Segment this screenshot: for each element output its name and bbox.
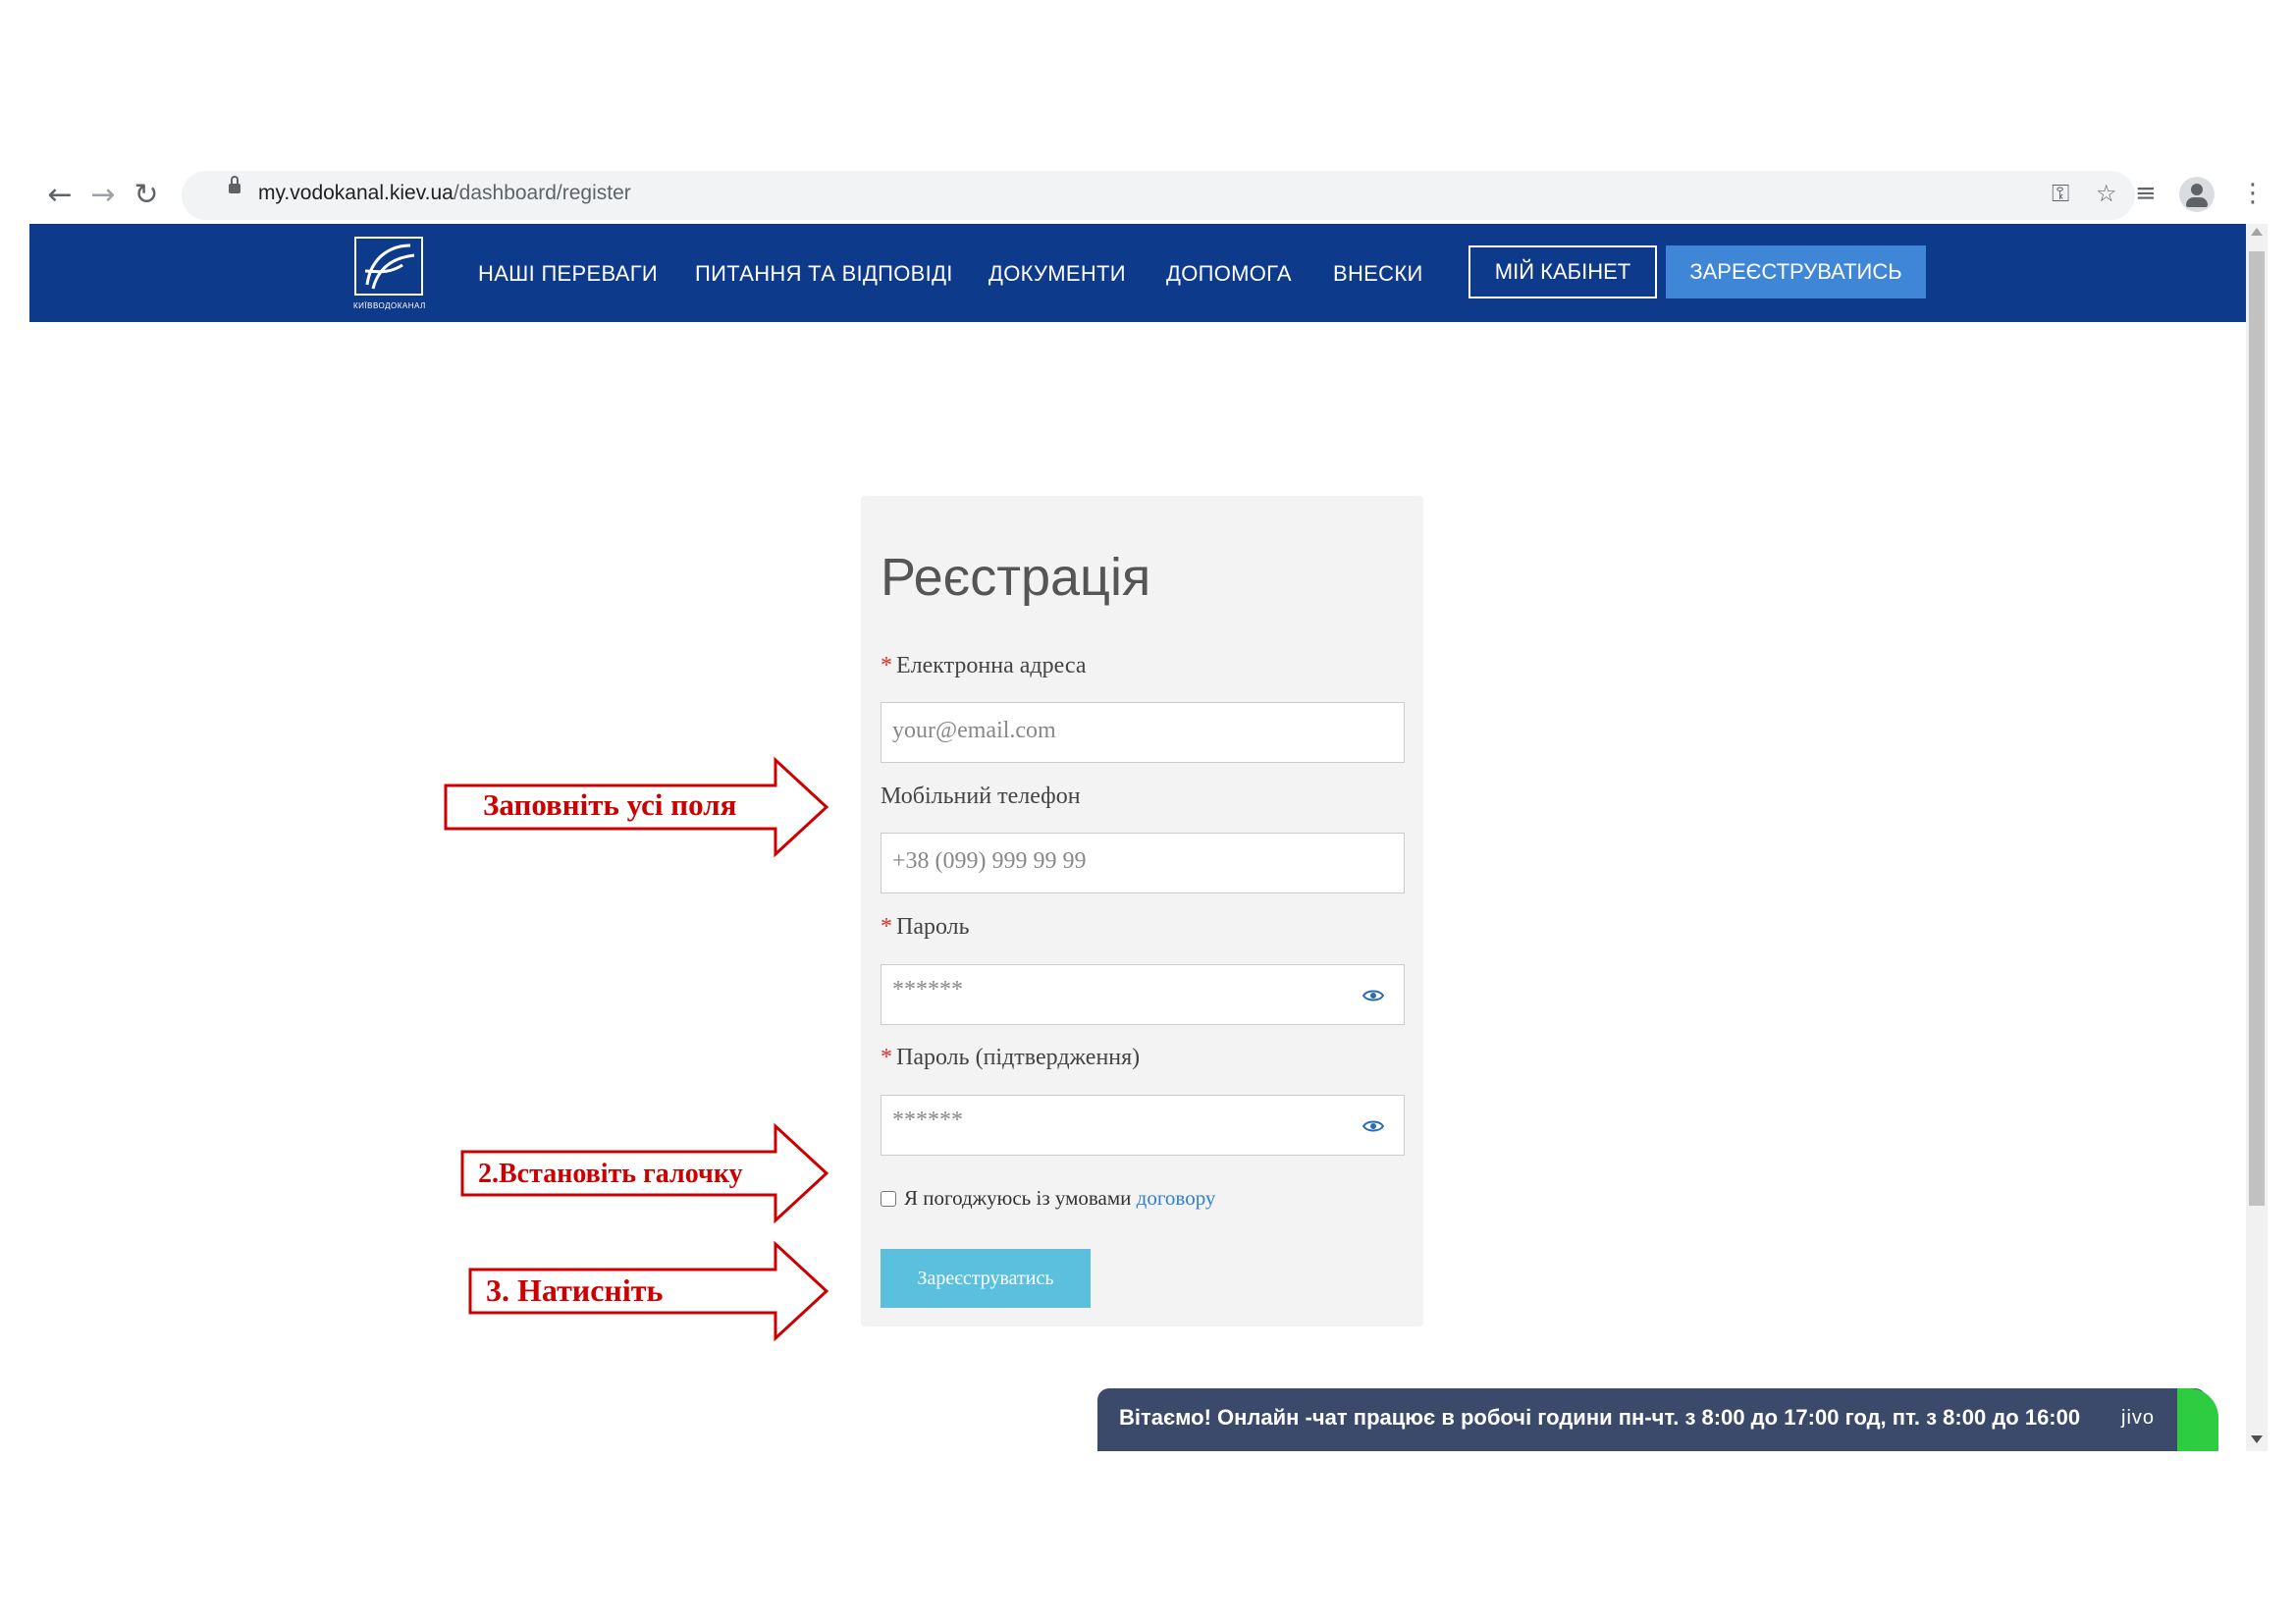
nav-faq[interactable]: ПИТАННЯ ТА ВІДПОВІДІ <box>695 261 953 287</box>
agree-checkbox[interactable] <box>881 1191 896 1207</box>
nav-payments[interactable]: ВНЕСКИ <box>1333 261 1423 287</box>
eye-icon[interactable] <box>1362 989 1384 1002</box>
required-mark: * <box>881 914 892 940</box>
register-nav-button[interactable]: ЗАРЕЄСТРУВАТИСЬ <box>1666 245 1926 298</box>
phone-placeholder: +38 (099) 999 99 99 <box>892 848 1087 874</box>
logo-text: КИЇВВОДОКАНАЛ <box>353 301 426 310</box>
registration-card: Реєстрація * Електронна адреса your@email… <box>861 496 1423 1326</box>
profile-avatar-icon[interactable] <box>2179 177 2215 212</box>
media-queue-icon[interactable]: ≡ <box>2135 179 2157 208</box>
back-arrow-icon[interactable]: ← <box>43 179 77 212</box>
key-icon[interactable]: ⚿ <box>2052 180 2069 207</box>
email-placeholder: your@email.com <box>892 718 1056 743</box>
chat-banner[interactable]: Вітаємо! Онлайн -чат працює в робочі год… <box>1097 1388 2218 1451</box>
url-text[interactable]: my.vodokanal.kiev.ua/dashboard/register <box>258 182 631 205</box>
password-label: * Пароль <box>881 914 970 941</box>
lock-icon <box>229 176 240 193</box>
scroll-down-arrow-icon[interactable] <box>2251 1435 2263 1443</box>
password-label-text: Пароль <box>896 914 970 940</box>
my-cabinet-button[interactable]: МІЙ КАБІНЕТ <box>1468 245 1657 298</box>
phone-label: Мобільний телефон <box>881 784 1081 809</box>
required-mark: * <box>881 653 892 678</box>
scroll-up-arrow-icon[interactable] <box>2251 228 2263 236</box>
chat-brand-logo: jivo <box>2121 1407 2156 1429</box>
logo-emblem-icon <box>354 237 423 296</box>
confirm-password-field[interactable]: ****** <box>881 1095 1405 1156</box>
nav-help[interactable]: ДОПОМОГА <box>1166 261 1292 287</box>
reload-icon[interactable]: ↻ <box>130 179 163 212</box>
email-field[interactable]: your@email.com <box>881 702 1405 763</box>
annotation-step2: 2.Встановіть галочку <box>478 1159 743 1189</box>
site-logo[interactable]: КИЇВВОДОКАНАЛ <box>353 236 426 312</box>
page-scrollbar[interactable] <box>2246 224 2268 1451</box>
more-menu-icon[interactable]: ⋮ <box>2240 179 2266 208</box>
confirm-label: * Пароль (підтвердження) <box>881 1045 1140 1071</box>
email-label: * Електронна адреса <box>881 653 1086 679</box>
scroll-thumb[interactable] <box>2249 251 2265 1206</box>
chat-status-indicator <box>2177 1388 2218 1451</box>
required-mark: * <box>881 1045 892 1070</box>
confirm-label-text: Пароль (підтвердження) <box>896 1045 1141 1070</box>
password-field[interactable]: ****** <box>881 964 1405 1025</box>
page-title: Реєстрація <box>881 548 1151 607</box>
nav-documents[interactable]: ДОКУМЕНТИ <box>988 261 1126 287</box>
star-icon[interactable]: ☆ <box>2096 180 2117 207</box>
browser-toolbar: ← → ↻ my.vodokanal.kiev.ua/dashboard/reg… <box>29 167 2268 224</box>
forward-arrow-icon[interactable]: → <box>86 179 120 212</box>
password-placeholder: ****** <box>892 977 963 1002</box>
email-label-text: Електронна адреса <box>896 653 1087 678</box>
page-viewport: КИЇВВОДОКАНАЛ НАШІ ПЕРЕВАГИ ПИТАННЯ ТА В… <box>29 224 2296 1451</box>
nav-advantages[interactable]: НАШІ ПЕРЕВАГИ <box>478 261 658 287</box>
submit-register-button[interactable]: Зареєструватись <box>881 1249 1091 1308</box>
url-path: /dashboard/register <box>453 182 631 204</box>
chat-message: Вітаємо! Онлайн -чат працює в робочі год… <box>1119 1405 2081 1430</box>
annotation-step3: 3. Натисніть <box>486 1272 664 1308</box>
annotation-step1: Заповніть усі поля <box>483 787 737 822</box>
contract-link[interactable]: договору <box>1137 1186 1216 1210</box>
phone-field[interactable]: +38 (099) 999 99 99 <box>881 833 1405 893</box>
eye-icon[interactable] <box>1362 1119 1384 1133</box>
address-bar[interactable]: my.vodokanal.kiev.ua/dashboard/register … <box>182 171 2135 220</box>
url-host: my.vodokanal.kiev.ua <box>258 182 454 204</box>
confirm-placeholder: ****** <box>892 1108 963 1133</box>
site-header: КИЇВВОДОКАНАЛ НАШІ ПЕРЕВАГИ ПИТАННЯ ТА В… <box>29 224 2246 322</box>
agree-text: Я погоджуюсь із умовами <box>904 1186 1132 1210</box>
agree-label: Я погоджуюсь із умовами договору <box>904 1186 1215 1211</box>
